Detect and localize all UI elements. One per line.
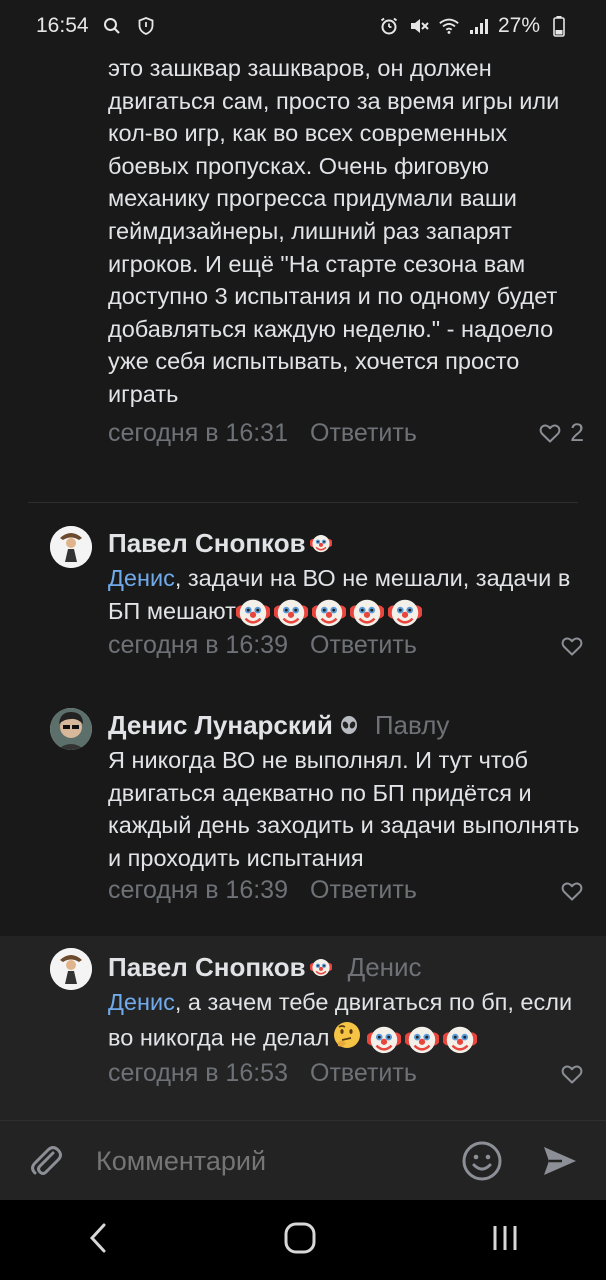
comment-author[interactable]: Павел Снопков (108, 528, 306, 559)
comment-text: Денис, а зачем тебе двигаться по бп, есл… (108, 986, 584, 1059)
back-icon[interactable] (86, 1221, 110, 1260)
reply-to[interactable]: Павлу (375, 710, 450, 741)
attach-icon[interactable] (26, 1141, 66, 1186)
comment-text: Денис, задачи на ВО не мешали, задачи в … (108, 562, 584, 629)
avatar[interactable] (50, 948, 92, 990)
clown-emoji (443, 1022, 477, 1056)
comment-time: сегодня в 16:39 (108, 876, 288, 905)
comment-author[interactable]: Денис Лунарский (108, 710, 333, 741)
like-button[interactable]: 2 (538, 419, 584, 448)
reply-to[interactable]: Денис (348, 952, 422, 983)
like-button[interactable] (560, 634, 584, 658)
home-icon[interactable] (283, 1221, 317, 1260)
clown-emoji (405, 1022, 439, 1056)
clown-emoji (236, 595, 270, 629)
comment-text: Я никогда ВО не выполнял. И тут чтоб дви… (108, 747, 580, 871)
emoji-row (236, 598, 422, 624)
clown-emoji (310, 956, 332, 978)
clown-emoji (350, 595, 384, 629)
clown-emoji (388, 595, 422, 629)
heart-icon (560, 634, 584, 658)
reply-button[interactable]: Ответить (310, 419, 417, 448)
comment-item: Павел Снопков Денис Денис, а зачем тебе … (0, 936, 606, 1120)
comment-item: Павел Снопков Денис, задачи на ВО не меш… (0, 520, 606, 688)
comments-list: это зашквар зашкваров, он должен двигать… (0, 52, 606, 1120)
clown-emoji (310, 532, 332, 554)
status-bar: 16:54 27% (0, 0, 606, 52)
signal-icon (468, 15, 490, 37)
search-icon (101, 15, 123, 37)
emoji-row (329, 1021, 477, 1050)
divider (28, 502, 578, 503)
battery-icon (548, 15, 570, 37)
reply-button[interactable]: Ответить (310, 1059, 417, 1088)
comment-text: это зашквар зашкваров, он должен двигать… (108, 55, 560, 407)
smile-icon[interactable] (460, 1139, 504, 1188)
comment-item: Денис Лунарский Павлу Я никогда ВО не вы… (0, 704, 606, 936)
mention-link[interactable]: Денис (108, 989, 175, 1015)
reply-button[interactable]: Ответить (310, 631, 417, 660)
comment-time: сегодня в 16:39 (108, 631, 288, 660)
heart-icon (560, 1062, 584, 1086)
avatar[interactable] (50, 708, 92, 750)
avatar[interactable] (50, 526, 92, 568)
comment-time: сегодня в 16:31 (108, 418, 288, 447)
clown-emoji (274, 595, 308, 629)
heart-icon (560, 879, 584, 903)
comment-input[interactable] (96, 1121, 436, 1201)
recents-icon[interactable] (490, 1223, 520, 1258)
status-time: 16:54 (36, 14, 89, 37)
like-count: 2 (570, 418, 584, 447)
comment-author[interactable]: Павел Снопков (108, 952, 306, 983)
mute-icon (408, 15, 430, 37)
battery-percent: 27% (497, 14, 540, 37)
wifi-icon (438, 15, 460, 37)
comment-input-bar (0, 1120, 606, 1201)
comment-time: сегодня в 16:53 (108, 1059, 288, 1088)
shield-icon (135, 15, 157, 37)
alarm-icon (378, 15, 400, 37)
clown-emoji (312, 595, 346, 629)
reply-button[interactable]: Ответить (310, 876, 417, 905)
comment-item: это зашквар зашкваров, он должен двигать… (108, 52, 584, 448)
alien-emoji (339, 715, 359, 735)
clown-emoji (367, 1022, 401, 1056)
heart-icon (538, 421, 562, 445)
mention-link[interactable]: Денис (108, 565, 175, 591)
thinking-emoji (331, 1019, 363, 1060)
system-nav-bar (0, 1200, 606, 1280)
like-button[interactable] (560, 1062, 584, 1086)
send-icon[interactable] (540, 1141, 580, 1186)
like-button[interactable] (560, 879, 584, 903)
